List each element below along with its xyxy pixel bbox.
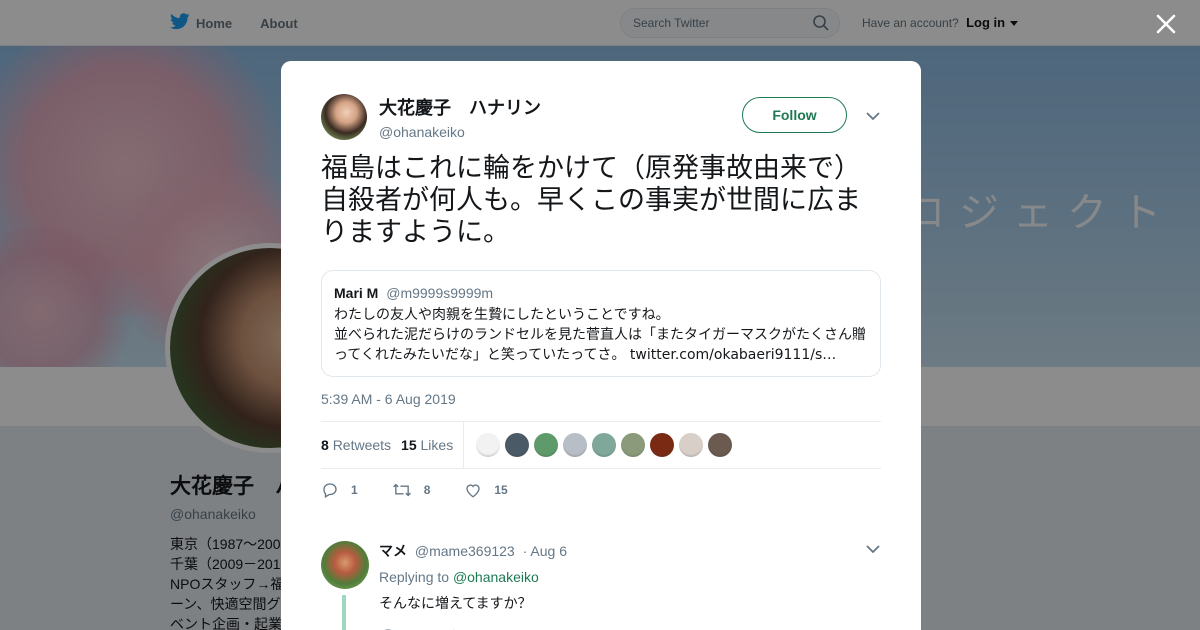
author-handle[interactable]: @ohanakeiko [379, 124, 541, 140]
tweet-author[interactable]: 大花慶子 ハナリン @ohanakeiko [321, 94, 541, 140]
liker-avatar[interactable] [650, 433, 675, 457]
retweets-count: 8 [321, 437, 329, 453]
heart-icon [466, 484, 481, 498]
likes-stat[interactable]: 15 Likes [401, 437, 453, 453]
like-count: 15 [494, 483, 508, 497]
quote-author-handle: @m9999s9999m [386, 285, 494, 301]
author-name[interactable]: 大花慶子 ハナリン [379, 94, 541, 120]
follow-button[interactable]: Follow [742, 97, 847, 133]
tweet-modal: 大花慶子 ハナリン @ohanakeiko Follow 福島はこれに輪をかけて… [281, 61, 921, 630]
stats-divider [463, 422, 465, 468]
quote-header: Mari M @m9999s9999m [334, 285, 868, 301]
quote-line: ってくれたみたいだな」と笑っていたってさ。 twitter.com/okabae… [334, 347, 837, 363]
thread-line [342, 595, 346, 630]
likes-count: 15 [401, 437, 417, 453]
tweet-stats: 8 Retweets 15 Likes [321, 421, 881, 469]
liker-avatar[interactable] [563, 433, 588, 457]
liker-avatar[interactable] [505, 433, 530, 457]
author-avatar[interactable] [321, 94, 367, 140]
tweet-timestamp[interactable]: 5:39 AM - 6 Aug 2019 [321, 391, 456, 407]
reply-count: 1 [351, 483, 358, 497]
chevron-down-icon[interactable] [865, 541, 881, 557]
quote-line: わたしの友人や肉親を生贄にしたということですね。 [334, 307, 670, 323]
liker-avatar[interactable] [708, 433, 733, 457]
replying-to: Replying to @ohanakeiko [379, 569, 879, 585]
reply-author-name[interactable]: マメ [379, 543, 407, 559]
chevron-down-icon[interactable] [865, 108, 881, 124]
likers-avatars [476, 433, 733, 457]
likes-label: Likes [420, 437, 454, 453]
liker-avatar[interactable] [621, 433, 646, 457]
reply-icon [323, 483, 337, 498]
reply-avatar[interactable] [321, 541, 369, 589]
retweet-action[interactable]: 8 [392, 481, 431, 499]
replying-to-link[interactable]: @ohanakeiko [453, 569, 539, 585]
replying-prefix: Replying to [379, 569, 450, 585]
quote-line: 並べられた泥だらけのランドセルを見た菅直人は「またタイガーマスクがたくさん贈 [334, 327, 866, 343]
like-action[interactable]: 15 [464, 481, 508, 499]
reply-date[interactable]: · Aug 6 [523, 543, 567, 559]
quoted-tweet[interactable]: Mari M @m9999s9999m わたしの友人や肉親を生贄にしたということ… [321, 270, 881, 377]
close-button[interactable] [1153, 11, 1179, 37]
reply-action[interactable]: 1 [321, 481, 358, 499]
retweet-count: 8 [423, 483, 431, 497]
retweet-icon [392, 483, 411, 497]
tweet-text: 福島はこれに輪をかけて（原発事故由来で）自殺者が何人も。早くこの事実が世間に広ま… [321, 153, 861, 248]
retweets-stat[interactable]: 8 Retweets [321, 437, 391, 453]
retweets-label: Retweets [332, 437, 392, 453]
tweet-actions: 1 8 15 [321, 481, 542, 499]
reply-text: そんなに増えてますか？ [379, 596, 532, 612]
reply-header: マメ @mame369123 · Aug 6 [379, 541, 879, 561]
reply-body: マメ @mame369123 · Aug 6 Replying to @ohan… [379, 541, 879, 630]
quote-text: わたしの友人や肉親を生贄にしたということですね。 並べられた泥だらけのランドセル… [334, 305, 868, 365]
liker-avatar[interactable] [534, 433, 559, 457]
quote-author-name: Mari M [334, 285, 379, 301]
liker-avatar[interactable] [476, 433, 501, 457]
reply-author-handle[interactable]: @mame369123 [415, 543, 515, 559]
close-icon [1156, 14, 1176, 34]
author-names: 大花慶子 ハナリン @ohanakeiko [379, 94, 541, 140]
liker-avatar[interactable] [679, 433, 704, 457]
liker-avatar[interactable] [592, 433, 617, 457]
